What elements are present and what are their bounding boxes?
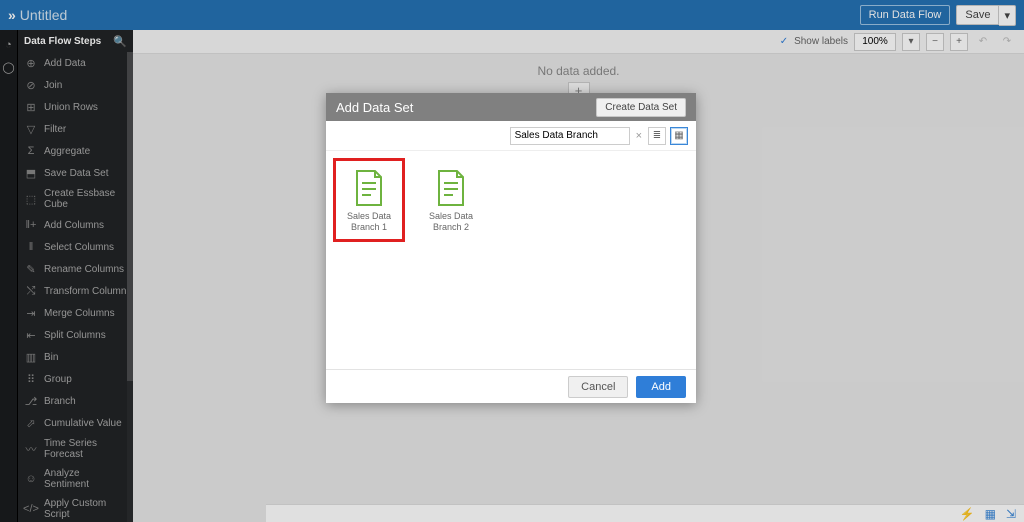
dataset-label: Sales Data Branch 2 [418, 211, 484, 239]
document-icon [353, 169, 385, 207]
dialog-body: Sales Data Branch 1 Sales Data Branch 2 [326, 151, 696, 369]
document-icon [435, 169, 467, 207]
dataset-tile[interactable]: Sales Data Branch 1 [336, 161, 402, 239]
add-data-set-dialog: Add Data Set Create Data Set × ≣ ▦ Sales… [326, 93, 696, 403]
cancel-button[interactable]: Cancel [568, 376, 628, 398]
grid-view-button[interactable]: ▦ [670, 127, 688, 145]
search-input[interactable] [510, 127, 630, 145]
create-data-set-button[interactable]: Create Data Set [596, 98, 686, 117]
dialog-title: Add Data Set [336, 100, 413, 115]
dialog-header: Add Data Set Create Data Set [326, 93, 696, 121]
modal-overlay: Add Data Set Create Data Set × ≣ ▦ Sales… [0, 0, 1024, 522]
add-button[interactable]: Add [636, 376, 686, 398]
dialog-search-bar: × ≣ ▦ [326, 121, 696, 151]
clear-search-icon[interactable]: × [634, 130, 644, 142]
list-view-button[interactable]: ≣ [648, 127, 666, 145]
dialog-footer: Cancel Add [326, 369, 696, 403]
dataset-label: Sales Data Branch 1 [336, 211, 402, 239]
dataset-tile[interactable]: Sales Data Branch 2 [418, 161, 484, 239]
